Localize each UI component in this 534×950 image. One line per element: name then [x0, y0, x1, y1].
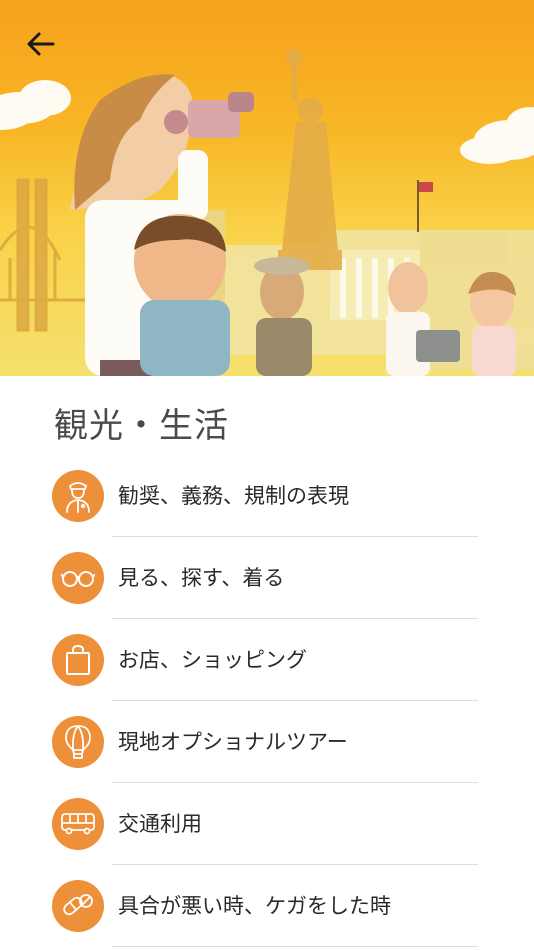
flag [417, 180, 433, 232]
list-item-transportation[interactable]: 交通利用 [0, 783, 534, 865]
list-item-label: お店、ショッピング [118, 648, 307, 672]
hot-air-balloon-icon [65, 725, 91, 759]
back-button[interactable] [26, 32, 70, 72]
list-item-label: 交通利用 [118, 812, 202, 836]
category-list: 勧奨、義務、規制の表現 見る、探す、着る お店、ショッピング 現地オプショナルツ… [0, 455, 534, 947]
list-item-label: 見る、探す、着る [118, 566, 285, 590]
pills-icon [63, 894, 93, 916]
bus-icon [61, 813, 95, 835]
glasses-icon [61, 571, 95, 587]
divider [112, 946, 478, 947]
statue-of-liberty [278, 49, 342, 270]
hero-illustration [0, 0, 534, 376]
arrow-left-icon [27, 32, 55, 56]
category-icon-bg [52, 716, 104, 768]
category-icon-bg [52, 470, 104, 522]
category-icon-bg [52, 634, 104, 686]
category-icon-bg [52, 552, 104, 604]
list-item-see-search-wear[interactable]: 見る、探す、着る [0, 537, 534, 619]
category-icon-bg [52, 880, 104, 932]
list-item-optional-tour[interactable]: 現地オプショナルツアー [0, 701, 534, 783]
list-item-label: 勧奨、義務、規制の表現 [118, 484, 349, 508]
list-item-recommendations[interactable]: 勧奨、義務、規制の表現 [0, 455, 534, 537]
police-officer-icon [66, 482, 90, 513]
cloud-left [0, 80, 71, 130]
shopping-bag-icon [66, 645, 90, 675]
category-icon-bg [52, 798, 104, 850]
page-title: 観光・生活 [54, 406, 229, 446]
list-item-label: 具合が悪い時、ケガをした時 [118, 894, 391, 918]
cloud-right [460, 107, 534, 164]
hero-scene [0, 49, 534, 376]
list-item-sick-injured[interactable]: 具合が悪い時、ケガをした時 [0, 865, 534, 947]
list-item-label: 現地オプショナルツアー [118, 730, 348, 754]
list-item-shopping[interactable]: お店、ショッピング [0, 619, 534, 701]
